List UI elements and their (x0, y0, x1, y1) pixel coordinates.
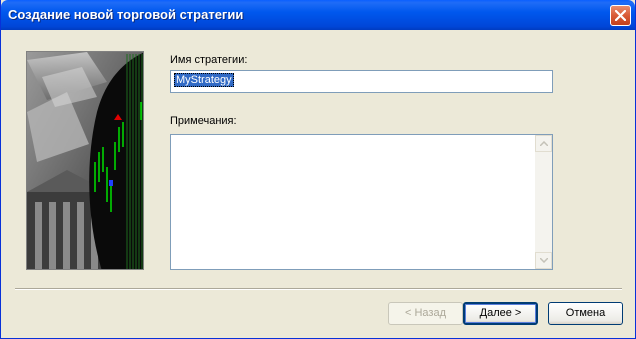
notes-textarea[interactable] (170, 134, 553, 270)
next-button[interactable]: Далее > (463, 302, 538, 325)
title-bar[interactable]: Создание новой торговой стратегии (1, 0, 635, 30)
scroll-down-icon (540, 258, 548, 263)
strategy-name-input[interactable]: MyStrategy (170, 70, 553, 93)
strategy-name-label: Имя стратегии: (170, 54, 248, 66)
new-strategy-dialog: Создание новой торговой стратегии Имя ст… (0, 0, 636, 339)
strategy-name-value: MyStrategy (174, 73, 234, 87)
notes-label: Примечания: (170, 115, 237, 127)
window-title: Создание новой торговой стратегии (8, 7, 244, 22)
notes-scrollbar[interactable] (535, 135, 552, 269)
wizard-illustration (26, 51, 144, 270)
scroll-up-button[interactable] (535, 135, 552, 152)
cancel-button[interactable]: Отмена (548, 302, 623, 325)
close-icon (615, 10, 626, 21)
footer-separator (15, 288, 622, 290)
scroll-down-button[interactable] (535, 252, 552, 269)
scroll-up-icon (540, 141, 548, 146)
close-button[interactable] (610, 5, 631, 26)
back-button[interactable]: < Назад (388, 302, 463, 325)
